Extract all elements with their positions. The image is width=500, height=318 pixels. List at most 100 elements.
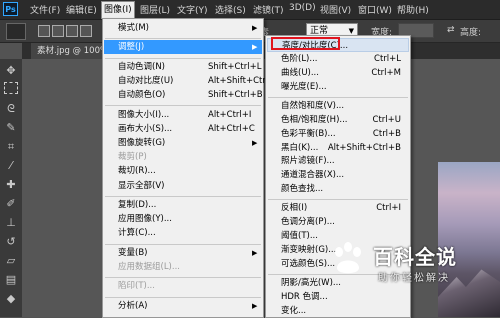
adjust-menu-item-label: 阴影/高光(W)... — [281, 278, 342, 288]
image-menu-item[interactable]: 图像大小(I)... Alt+Ctrl+I — [104, 108, 262, 122]
menu-edit[interactable]: 编辑(E) — [66, 3, 97, 16]
menu-separator — [105, 38, 261, 40]
watermark-subtitle: 助你轻松解决 — [378, 273, 450, 284]
eyedropper-tool-icon[interactable]: ⁄ — [3, 158, 19, 173]
adjust-menu-item-shortcut: Ctrl+B — [372, 128, 401, 139]
image-menu-item-label: 计算(C)... — [118, 228, 156, 239]
watermark: 百科全说 助你轻松解决 — [333, 238, 495, 290]
image-menu-item-label: 裁剪(P) — [118, 152, 147, 163]
lasso-tool-icon[interactable]: ᘓ — [3, 101, 19, 116]
image-menu-item: 裁剪(P) — [104, 150, 262, 164]
menu-separator — [105, 277, 261, 279]
image-menu-item[interactable]: 自动颜色(O) Shift+Ctrl+B — [104, 88, 263, 102]
image-menu-item[interactable]: 复制(D)... — [104, 198, 262, 212]
document-tab-title: 素材.jpg @ 100% — [37, 46, 109, 56]
menu-select[interactable]: 选择(S) — [215, 3, 246, 16]
adjust-menu-item-label: 曝光度(E)... — [281, 81, 327, 92]
image-menu-item-label: 陷印(T)... — [118, 281, 155, 292]
menu-separator — [105, 105, 261, 107]
new-selection-icon[interactable] — [38, 25, 50, 37]
menu-separator — [105, 57, 261, 59]
image-menu-item[interactable]: 应用图像(Y)... — [104, 212, 262, 226]
image-menu-item[interactable]: 分析(A) ▶ — [104, 299, 262, 313]
adjust-menu-item[interactable]: 颜色查找... — [267, 182, 409, 196]
clone-stamp-tool-icon[interactable]: ⊥ — [3, 215, 19, 230]
image-menu-item[interactable]: 图像旋转(G) ▶ — [104, 136, 262, 150]
gradient-tool-icon[interactable]: ▤ — [3, 272, 19, 287]
add-selection-icon[interactable] — [52, 25, 64, 37]
image-menu-item[interactable]: 裁切(R)... — [104, 164, 262, 178]
image-menu-item[interactable]: 画布大小(S)... Alt+Ctrl+C — [104, 122, 262, 136]
swap-icon[interactable]: ⇄ — [447, 25, 455, 35]
highlight-box — [271, 37, 340, 50]
adjust-menu-item-label: 色调分离(P)... — [281, 217, 335, 228]
image-menu-item[interactable]: 计算(C)... — [104, 226, 262, 240]
quick-select-tool-icon[interactable]: ✎ — [3, 120, 19, 135]
image-menu-item-label: 自动颜色(O) — [118, 90, 166, 101]
image-menu-item-label: 自动对比度(U) — [118, 76, 174, 86]
menu-separator — [268, 199, 408, 201]
menu-separator — [105, 195, 261, 197]
photoshop-logo-icon: Ps — [3, 2, 18, 16]
eraser-tool-icon[interactable]: ▱ — [3, 253, 19, 268]
submenu-arrow-icon: ▶ — [252, 301, 258, 310]
intersect-selection-icon[interactable] — [80, 25, 92, 37]
adjust-menu-item[interactable]: 自然饱和度(V)... — [267, 99, 409, 113]
menu-3d[interactable]: 3D(D) — [289, 3, 316, 13]
image-menu-item[interactable]: 自动对比度(U) Alt+Shift+Ctrl+L — [104, 74, 280, 88]
menu-window[interactable]: 窗口(W) — [358, 3, 392, 16]
menu-filter[interactable]: 滤镜(T) — [253, 3, 284, 16]
adjust-menu-item-label: 自然饱和度(V)... — [281, 100, 345, 111]
adjust-menu-item-label: 曲线(U)... — [281, 67, 319, 78]
adjust-menu-item[interactable]: 色调分离(P)... — [267, 215, 409, 229]
marquee-tool-preset-icon[interactable] — [6, 23, 26, 40]
image-menu-item: 应用数据组(L)... — [104, 260, 262, 274]
crop-tool-icon[interactable]: ⌗ — [3, 139, 19, 154]
healing-brush-tool-icon[interactable]: ✚ — [3, 177, 19, 192]
history-brush-tool-icon[interactable]: ↺ — [3, 234, 19, 249]
menu-file[interactable]: 文件(F) — [30, 3, 60, 16]
menu-separator — [105, 296, 261, 298]
brush-tool-icon[interactable]: ✐ — [3, 196, 19, 211]
menu-layer[interactable]: 图层(L) — [140, 3, 170, 16]
adjust-menu-item[interactable]: 黑白(K)... Alt+Shift+Ctrl+B — [267, 141, 409, 155]
image-menu-item[interactable]: 变量(B) ▶ — [104, 246, 262, 260]
adjust-menu-item[interactable]: 曲线(U)... Ctrl+M — [267, 66, 409, 80]
menu-image[interactable]: 图像(I) — [101, 1, 135, 19]
height-label: 高度: — [460, 28, 482, 38]
image-menu-item-label: 调整(J) — [118, 42, 145, 53]
menu-type[interactable]: 文字(Y) — [177, 3, 208, 16]
adjust-menu-item[interactable]: 变化... — [267, 304, 409, 318]
adjust-menu-item[interactable]: 色彩平衡(B)... Ctrl+B — [267, 127, 409, 141]
image-menu-item[interactable]: 显示全部(V) — [104, 179, 262, 193]
adjust-menu-item[interactable]: 照片滤镜(F)... — [267, 154, 409, 168]
adjust-menu-item[interactable]: 色相/饱和度(H)... Ctrl+U — [267, 113, 409, 127]
image-menu-item-label: 显示全部(V) — [118, 180, 165, 191]
adjust-menu-item-label: 色相/饱和度(H)... — [281, 114, 348, 125]
submenu-arrow-icon: ▶ — [252, 43, 258, 52]
adjust-menu-item-shortcut: Ctrl+M — [371, 67, 401, 78]
menu-view[interactable]: 视图(V) — [320, 3, 351, 16]
adjust-menu-item[interactable]: 反相(I) Ctrl+I — [267, 201, 409, 215]
adjust-menu-item[interactable]: HDR 色调... — [267, 290, 409, 304]
subtract-selection-icon[interactable] — [66, 25, 78, 37]
image-menu-item[interactable]: 模式(M) ▶ — [104, 21, 262, 35]
blur-tool-icon[interactable]: ◆ — [3, 291, 19, 306]
adjust-menu-item[interactable]: 曝光度(E)... — [267, 80, 409, 94]
move-tool-icon[interactable]: ✥ — [3, 63, 19, 78]
marquee-tool-icon[interactable] — [4, 82, 18, 94]
adjust-menu-item-label: 可选颜色(S)... — [281, 258, 336, 269]
adjust-menu-item[interactable]: 通道混合器(X)... — [267, 168, 409, 182]
adjust-menu-item-label: 渐变映射(G)... — [281, 245, 337, 255]
menu-help[interactable]: 帮助(H) — [397, 3, 429, 16]
image-menu-item: 陷印(T)... — [104, 279, 262, 293]
image-menu-item-label: 裁切(R)... — [118, 166, 156, 177]
image-menu-item-label: 画布大小(S)... — [118, 123, 173, 134]
image-menu-item-label: 图像大小(I)... — [118, 109, 170, 120]
image-menu-item-shortcut: Shift+Ctrl+L — [208, 61, 262, 72]
adjust-menu-item-label: 变化... — [281, 305, 307, 316]
image-menu-item[interactable]: 自动色调(N) Shift+Ctrl+L — [104, 60, 262, 74]
adjust-menu-item-shortcut: Alt+Shift+Ctrl+B — [327, 142, 401, 153]
adjust-menu-item[interactable]: 色阶(L)... Ctrl+L — [267, 52, 409, 66]
image-menu-item[interactable]: 调整(J) ▶ — [104, 40, 262, 55]
